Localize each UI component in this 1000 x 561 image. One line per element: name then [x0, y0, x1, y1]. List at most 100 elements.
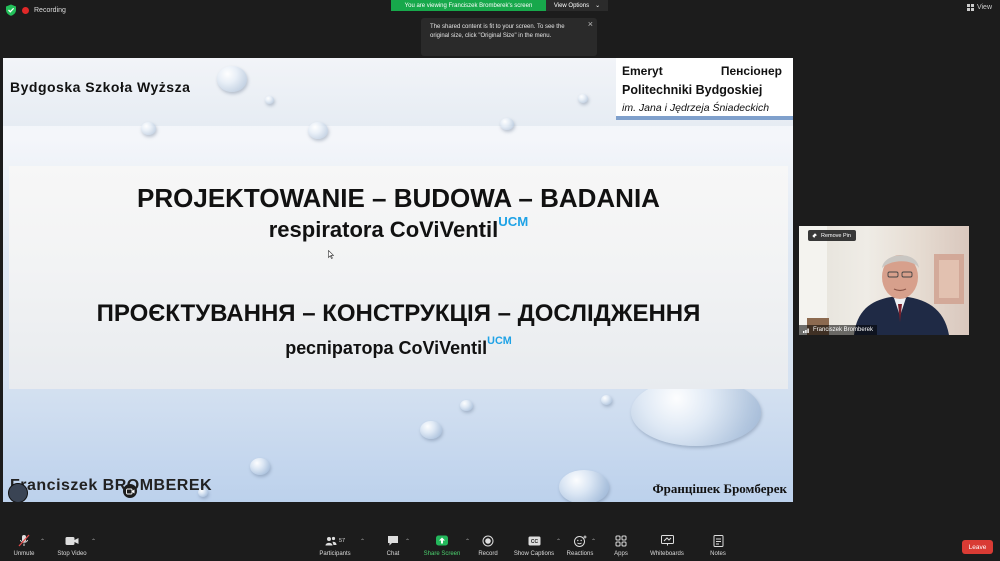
chat-label: Chat — [386, 551, 400, 557]
viewing-screen-banner: You are viewing Franciszek Bromberek's s… — [391, 0, 546, 11]
presenter-video-frame — [799, 226, 964, 335]
meeting-controls: Unmute ⌃ Stop Video ⌃ 57 Participants ⌃ … — [0, 528, 1000, 561]
view-options-button[interactable]: View Options ⌄ — [546, 0, 608, 11]
participants-label: Participants — [319, 551, 351, 557]
university-name: Bydgoska Szkoła Wyższa — [10, 79, 191, 95]
corner-info-box: Emeryt Пенсіонер Politechniki Bydgoskiej… — [616, 58, 793, 120]
signal-bars-icon — [803, 328, 809, 333]
title-ukrainian: ПРОЄКТУВАННЯ – КОНСТРУКЦІЯ – ДОСЛІДЖЕННЯ — [96, 300, 701, 327]
remove-pin-label: Remove Pin — [821, 232, 851, 239]
subtitle-ukrainian: респіратора CoViVentilUCM — [9, 335, 788, 359]
record-label: Record — [478, 551, 498, 557]
chevron-up-icon[interactable]: ⌃ — [405, 538, 410, 545]
microphone-muted-icon — [18, 534, 30, 547]
ucm-superscript: UCM — [498, 214, 529, 229]
notes-label: Notes — [710, 551, 726, 557]
water-drop — [265, 96, 274, 104]
corner-line-3: im. Jana i Jędrzeja Śniadeckich — [622, 102, 770, 114]
apps-label: Apps — [614, 551, 628, 557]
fit-screen-tooltip: The shared content is fit to your screen… — [421, 18, 597, 56]
water-drop — [601, 395, 612, 405]
unmute-button[interactable]: Unmute — [10, 528, 38, 561]
whiteboards-label: Whiteboards — [650, 551, 684, 557]
water-drop — [217, 66, 247, 92]
view-label: View — [976, 4, 992, 11]
grid-view-icon — [966, 4, 974, 11]
smiley-plus-icon — [573, 535, 586, 547]
author-ukrainian: Францішек Бромберек — [652, 481, 788, 496]
reactions-label: Reactions — [566, 551, 594, 557]
water-drop — [578, 94, 588, 103]
view-options-label: View Options — [553, 2, 590, 9]
chevron-up-icon[interactable]: ⌃ — [360, 538, 365, 545]
stop-video-button[interactable]: Stop Video — [55, 528, 89, 561]
water-drop — [141, 122, 156, 135]
water-drop — [420, 421, 442, 439]
water-drop — [308, 122, 328, 139]
participant-name: Franciszek Bromberek — [813, 327, 874, 333]
show-captions-button[interactable]: CC Show Captions — [512, 528, 556, 561]
remove-pin-button[interactable]: Remove Pin — [808, 230, 856, 241]
view-button[interactable]: View — [966, 4, 992, 11]
show-captions-label: Show Captions — [513, 551, 555, 557]
notes-icon — [713, 534, 723, 547]
participants-button[interactable]: 57 Participants — [317, 528, 353, 561]
participant-name-tag: Franciszek Bromberek — [799, 325, 878, 335]
recording-label: Recording — [34, 6, 66, 14]
close-icon[interactable]: × — [588, 20, 593, 29]
ucm-superscript: UCM — [487, 335, 512, 347]
author-polish: Franciszek BROMBEREK — [10, 477, 213, 494]
water-drop — [250, 458, 270, 475]
shared-screen: Bydgoska Szkoła Wyższa Emeryt Пенсіонер … — [3, 58, 793, 502]
chevron-up-icon[interactable]: ⌃ — [40, 538, 45, 545]
participants-count: 57 — [338, 537, 346, 544]
chevron-up-icon[interactable]: ⌃ — [591, 538, 596, 545]
corner-line-1: Emeryt Пенсіонер — [622, 64, 782, 78]
chevron-up-icon[interactable]: ⌃ — [556, 538, 561, 545]
share-screen-button[interactable]: Share Screen — [421, 528, 463, 561]
pin-icon — [812, 232, 817, 238]
chevron-down-icon: ⌄ — [595, 3, 601, 9]
video-camera-icon — [123, 484, 137, 498]
water-drop — [460, 400, 473, 411]
chat-button[interactable]: Chat — [383, 528, 403, 561]
presenter-avatar — [8, 483, 28, 502]
chat-icon — [388, 536, 398, 546]
recording-indicator[interactable]: Recording — [22, 3, 66, 17]
svg-text:CC: CC — [530, 539, 538, 545]
whiteboard-icon — [660, 535, 674, 546]
stop-video-label: Stop Video — [57, 551, 87, 557]
title-band: PROJEKTOWANIE – BUDOWA – BADANIA respira… — [9, 166, 788, 389]
title-polish: PROJEKTOWANIE – BUDOWA – BADANIA — [137, 183, 660, 213]
corner-word-1: Emeryt — [622, 64, 663, 78]
subtitle-polish: respiratora CoViVentilUCM — [9, 214, 788, 243]
corner-word-2: Пенсіонер — [720, 64, 782, 78]
notes-button[interactable]: Notes — [707, 528, 729, 561]
video-camera-icon — [65, 536, 79, 545]
chevron-up-icon[interactable]: ⌃ — [91, 538, 96, 545]
top-bar: Recording You are viewing Franciszek Bro… — [0, 0, 1000, 20]
water-drop — [500, 118, 514, 130]
tooltip-text: The shared content is fit to your screen… — [430, 24, 565, 39]
closed-captions-icon: CC — [528, 536, 540, 545]
chevron-up-icon[interactable]: ⌃ — [465, 538, 470, 545]
apps-icon — [615, 535, 627, 546]
corner-line-2: Politechniki Bydgoskiej — [622, 83, 763, 97]
share-screen-label: Share Screen — [423, 551, 461, 557]
participants-icon — [325, 536, 337, 545]
record-dot-icon — [22, 6, 29, 14]
whiteboards-button[interactable]: Whiteboards — [647, 528, 687, 561]
water-drop — [559, 470, 609, 502]
apps-button[interactable]: Apps — [610, 528, 632, 561]
subtitle-polish-text: respiratora CoViVentil — [268, 217, 499, 242]
shield-icon[interactable] — [5, 4, 17, 16]
record-button[interactable]: Record — [476, 528, 500, 561]
leave-button[interactable]: Leave — [962, 540, 993, 554]
record-icon — [482, 535, 494, 546]
share-screen-icon — [436, 535, 448, 546]
zoom-window: Recording You are viewing Franciszek Bro… — [0, 0, 1000, 561]
participant-video[interactable] — [799, 226, 969, 335]
unmute-label: Unmute — [13, 551, 35, 557]
subtitle-ukrainian-text: респіратора CoViVentil — [285, 338, 488, 358]
mouse-pointer-icon — [328, 250, 334, 259]
